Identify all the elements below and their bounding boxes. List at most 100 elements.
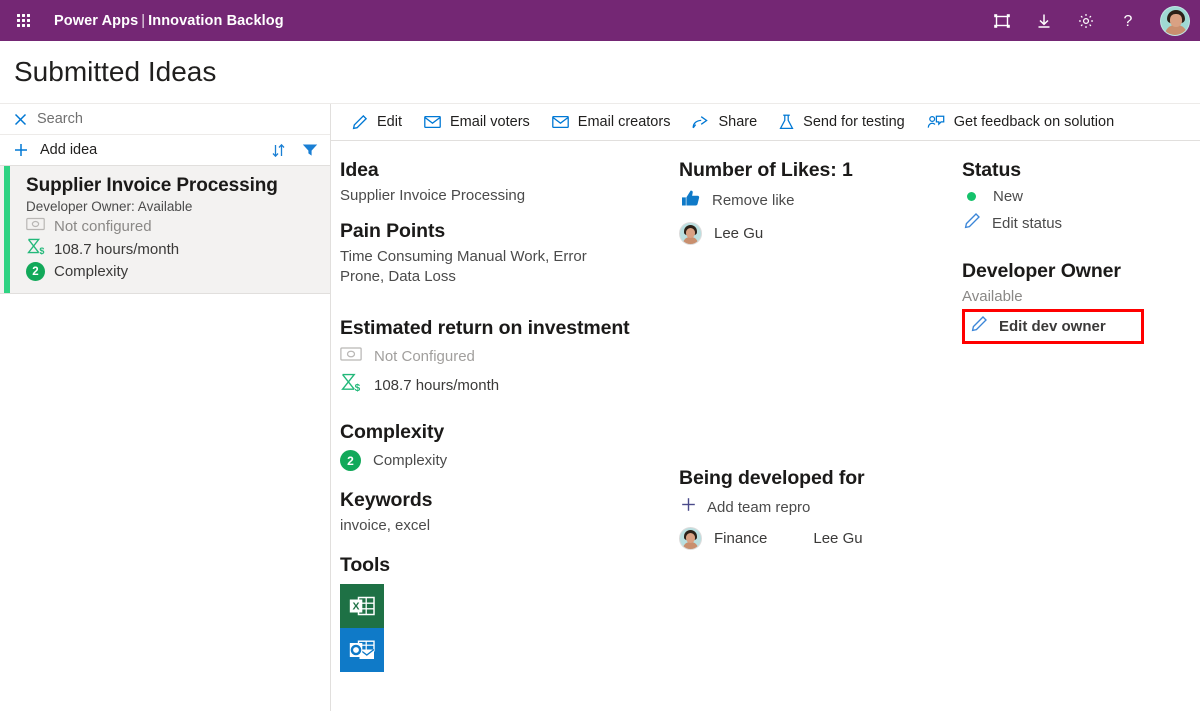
app-launcher-icon[interactable] <box>8 6 38 36</box>
remove-like-button[interactable]: Remove like <box>679 187 797 214</box>
status-row: New <box>962 188 1200 205</box>
add-team-repro-label: Add team repro <box>707 498 811 516</box>
gear-icon[interactable] <box>1072 7 1100 35</box>
detail-column-middle: Number of Likes: 1 Remove like Lee Gu Be… <box>679 159 962 711</box>
pain-points-heading: Pain Points <box>340 220 446 242</box>
search-input[interactable]: Search <box>37 111 83 127</box>
download-icon[interactable] <box>1030 7 1058 35</box>
status-heading: Status <box>962 159 1021 181</box>
svg-text:$: $ <box>355 383 361 392</box>
edit-status-label: Edit status <box>992 214 1063 232</box>
add-team-repro-button[interactable]: Add team repro <box>679 495 812 519</box>
hourglass-dollar-icon: $ <box>340 373 362 397</box>
app-body: Search Add idea Supplier Invoice Process… <box>0 104 1200 711</box>
status-value: New <box>993 188 1024 205</box>
share-icon <box>692 115 709 130</box>
avatar-body <box>683 237 698 244</box>
mail-icon <box>424 115 441 129</box>
flask-icon <box>779 114 794 130</box>
developer-owner-value: Available <box>962 288 1023 305</box>
idea-value: Supplier Invoice Processing <box>340 187 526 204</box>
outlook-icon[interactable] <box>340 628 384 672</box>
thumbs-up-icon <box>681 189 701 212</box>
share-button[interactable]: Share <box>682 110 767 134</box>
pain-points-value: Time Consuming Manual Work, Error Prone,… <box>340 248 587 285</box>
avatar-face <box>1170 13 1182 27</box>
pencil-icon <box>964 212 981 234</box>
mail-icon <box>551 115 569 129</box>
detail-column-left: Idea Supplier Invoice Processing Pain Po… <box>331 159 679 711</box>
ideas-list-pane: Search Add idea Supplier Invoice Process… <box>0 104 331 711</box>
roi-money-row: Not Configured <box>340 346 679 367</box>
brand-title[interactable]: Power Apps | Innovation Backlog <box>54 13 284 29</box>
complexity-badge: 2 <box>340 450 361 471</box>
detail-pane: Edit Email voters Email creators Share S… <box>331 104 1200 711</box>
avatar <box>679 527 702 550</box>
avatar-face <box>686 533 695 543</box>
voter-row: Lee Gu <box>679 222 962 245</box>
hourglass-dollar-icon: $ <box>26 238 45 260</box>
idea-card-title: Supplier Invoice Processing <box>26 175 278 196</box>
developed-for-heading: Being developed for <box>679 467 865 489</box>
sort-icon[interactable] <box>271 143 286 158</box>
edit-status-button[interactable]: Edit status <box>962 210 1064 236</box>
team-owner-name: Lee Gu <box>813 530 863 547</box>
list-item[interactable]: Supplier Invoice Processing Developer Ow… <box>0 166 330 294</box>
svg-text:$: $ <box>39 246 44 255</box>
help-icon[interactable]: ? <box>1114 7 1142 35</box>
avatar <box>679 222 702 245</box>
roi-heading: Estimated return on investment <box>340 317 630 339</box>
close-icon[interactable] <box>14 113 27 126</box>
send-for-testing-label: Send for testing <box>803 114 905 130</box>
waffle-grid <box>16 14 30 27</box>
detail-column-right: Status New Edit status Developer Owner A… <box>962 159 1200 711</box>
keywords-heading: Keywords <box>340 489 433 511</box>
get-feedback-button[interactable]: Get feedback on solution <box>917 110 1124 134</box>
plus-icon[interactable] <box>14 143 28 157</box>
complexity-row: 2 Complexity <box>340 450 679 471</box>
page-title: Submitted Ideas <box>14 56 217 87</box>
roi-hours-row: $ 108.7 hours/month <box>340 373 679 397</box>
list-tools <box>271 143 318 158</box>
avatar-face <box>686 228 695 238</box>
svg-text:X: X <box>352 600 359 612</box>
remove-like-label: Remove like <box>712 192 795 209</box>
brand-separator: | <box>141 12 146 29</box>
status-badge <box>967 192 976 201</box>
search-row[interactable]: Search <box>0 104 330 135</box>
page-header: Submitted Ideas <box>0 41 1200 104</box>
excel-icon[interactable]: X <box>340 584 384 628</box>
add-idea-button[interactable]: Add idea <box>40 142 97 158</box>
edit-dev-owner-label: Edit dev owner <box>999 317 1106 335</box>
email-voters-label: Email voters <box>450 114 530 130</box>
money-icon <box>340 346 362 367</box>
fit-to-screen-icon[interactable] <box>988 7 1016 35</box>
send-for-testing-button[interactable]: Send for testing <box>769 110 915 134</box>
idea-card-roi-row: Not configured <box>26 217 318 236</box>
avatar[interactable] <box>1160 5 1190 36</box>
edit-dev-owner-button[interactable]: Edit dev owner <box>962 309 1144 344</box>
svg-text:?: ? <box>1124 13 1133 30</box>
developer-owner-heading: Developer Owner <box>962 260 1121 282</box>
brand-environment-name: Innovation Backlog <box>148 12 284 29</box>
keywords-value: invoice, excel <box>340 517 431 534</box>
topbar-actions: ? <box>988 5 1190 36</box>
idea-card-hours-row: $ 108.7 hours/month <box>26 238 318 260</box>
roi-hours-label: 108.7 hours/month <box>374 376 500 394</box>
team-name: Finance <box>714 530 768 547</box>
voter-name: Lee Gu <box>714 225 764 242</box>
edit-button[interactable]: Edit <box>342 110 412 134</box>
idea-card-hours-label: 108.7 hours/month <box>54 240 180 258</box>
idea-card-complexity-label: Complexity <box>54 263 129 280</box>
filter-icon[interactable] <box>302 143 318 157</box>
email-voters-button[interactable]: Email voters <box>414 110 540 134</box>
email-creators-button[interactable]: Email creators <box>542 110 681 134</box>
top-navigation-bar: Power Apps | Innovation Backlog ? <box>0 0 1200 41</box>
pencil-icon <box>971 315 988 337</box>
pencil-icon <box>352 114 368 130</box>
